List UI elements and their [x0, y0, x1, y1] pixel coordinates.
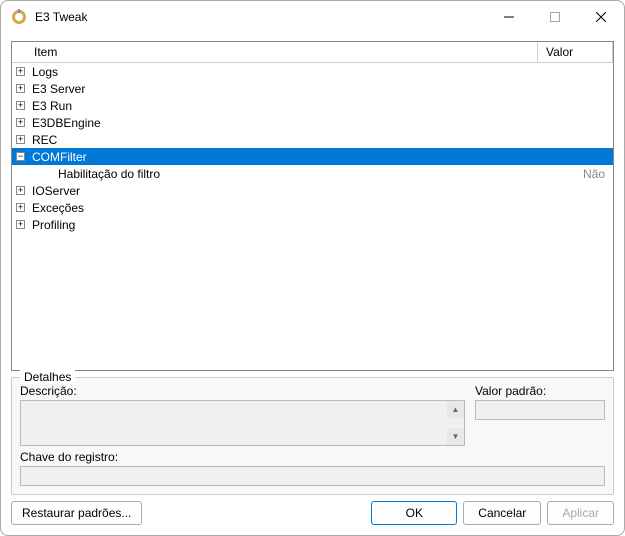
- restore-defaults-button[interactable]: Restaurar padrões...: [11, 501, 142, 525]
- collapse-icon[interactable]: −: [16, 152, 25, 161]
- content-area: Item Valor + Logs + E3 Server + E3 Run + E3DBEn…: [1, 33, 624, 535]
- tree-header: Item Valor: [12, 42, 613, 63]
- window-title: E3 Tweak: [35, 10, 486, 24]
- tree-row[interactable]: + REC: [12, 131, 613, 148]
- scroll-up-icon[interactable]: ▲: [447, 401, 464, 418]
- apply-button: Aplicar: [547, 501, 614, 525]
- expand-icon[interactable]: +: [16, 186, 25, 195]
- tree-row[interactable]: + E3DBEngine: [12, 114, 613, 131]
- ok-button[interactable]: OK: [371, 501, 457, 525]
- minimize-button[interactable]: [486, 1, 532, 33]
- description-label: Descrição:: [20, 384, 465, 398]
- tree-item-label: Profiling: [30, 218, 538, 232]
- details-group: Detalhes Descrição: ▲ ▼ Valor padrão:: [11, 377, 614, 495]
- default-value-field: [475, 400, 605, 420]
- tree-row[interactable]: Habilitação do filtroNão: [12, 165, 613, 182]
- registry-key-label: Chave do registro:: [20, 450, 605, 464]
- tree-item-value: Não: [538, 167, 613, 181]
- tree-view[interactable]: Item Valor + Logs + E3 Server + E3 Run + E3DBEn…: [11, 41, 614, 371]
- titlebar[interactable]: E3 Tweak: [1, 1, 624, 33]
- tree-item-label: REC: [30, 133, 538, 147]
- tree-row[interactable]: + Profiling: [12, 216, 613, 233]
- tree-item-label: Exceções: [30, 201, 538, 215]
- tree-row[interactable]: + Logs: [12, 63, 613, 80]
- app-icon: [11, 9, 27, 25]
- default-value-label: Valor padrão:: [475, 384, 605, 398]
- tree-row[interactable]: −COMFilter: [12, 148, 613, 165]
- expand-icon[interactable]: +: [16, 101, 25, 110]
- button-bar: Restaurar padrões... OK Cancelar Aplicar: [11, 501, 614, 525]
- tree-row[interactable]: + E3 Server: [12, 80, 613, 97]
- tree-item-label: E3 Run: [30, 99, 538, 113]
- expand-icon[interactable]: +: [16, 135, 25, 144]
- cancel-button[interactable]: Cancelar: [463, 501, 541, 525]
- expand-icon[interactable]: +: [16, 203, 25, 212]
- tree-item-label: Habilitação do filtro: [30, 167, 538, 181]
- expand-icon[interactable]: +: [16, 84, 25, 93]
- tree-body[interactable]: + Logs + E3 Server + E3 Run + E3DBEngine + REC−CO…: [12, 63, 613, 370]
- app-window: E3 Tweak Item Valor + Logs + E3 Server + E3 R…: [0, 0, 625, 536]
- details-legend: Detalhes: [20, 370, 75, 384]
- window-controls: [486, 1, 624, 33]
- expand-icon[interactable]: +: [16, 67, 25, 76]
- column-header-item[interactable]: Item: [12, 42, 538, 62]
- tree-item-label: IOServer: [30, 184, 538, 198]
- tree-item-label: COMFilter: [30, 150, 538, 164]
- tree-item-label: Logs: [30, 65, 538, 79]
- tree-item-label: E3DBEngine: [30, 116, 538, 130]
- maximize-button: [532, 1, 578, 33]
- tree-item-label: E3 Server: [30, 82, 538, 96]
- registry-key-field: [20, 466, 605, 486]
- tree-row[interactable]: + Exceções: [12, 199, 613, 216]
- tree-row[interactable]: + IOServer: [12, 182, 613, 199]
- expand-icon[interactable]: +: [16, 118, 25, 127]
- scroll-down-icon[interactable]: ▼: [447, 428, 464, 445]
- tree-row[interactable]: + E3 Run: [12, 97, 613, 114]
- description-field: ▲ ▼: [20, 400, 465, 446]
- close-button[interactable]: [578, 1, 624, 33]
- expand-icon[interactable]: +: [16, 220, 25, 229]
- column-header-valor[interactable]: Valor: [538, 42, 613, 62]
